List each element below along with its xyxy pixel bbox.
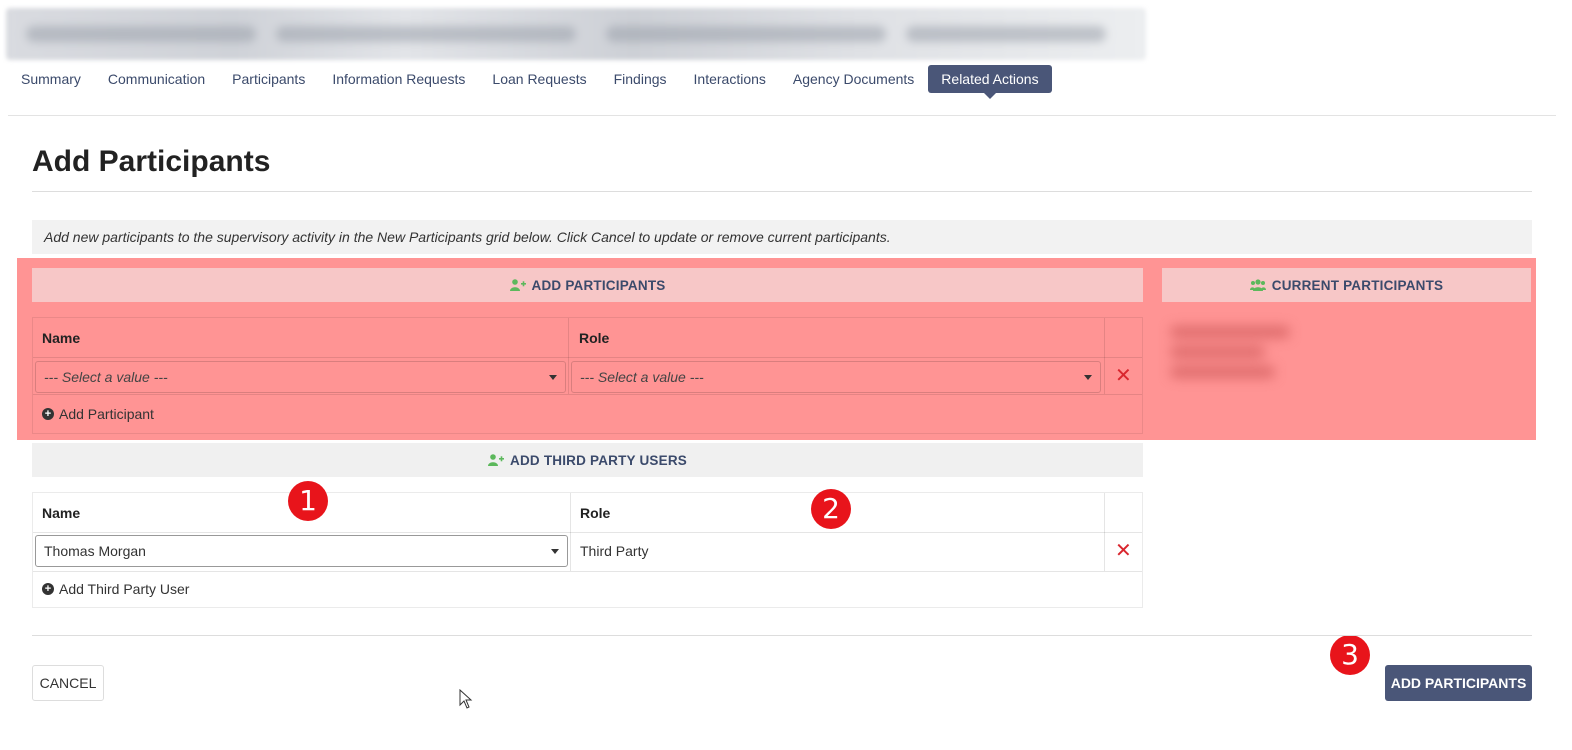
role-column-header: Role (579, 330, 610, 346)
column-divider (1104, 318, 1105, 394)
caret-down-icon (549, 375, 557, 380)
row-divider (33, 571, 1142, 572)
caret-down-icon (1084, 375, 1092, 380)
participant-name-select-value: --- Select a value --- (44, 369, 168, 385)
add-third-party-header-label: ADD THIRD PARTY USERS (510, 452, 687, 468)
current-participants-header: CURRENT PARTICIPANTS (1162, 268, 1531, 302)
instructions-banner: Add new participants to the supervisory … (32, 220, 1532, 254)
add-participants-header: ADD PARTICIPANTS (32, 268, 1143, 302)
add-participants-header-label: ADD PARTICIPANTS (531, 277, 666, 293)
annotation-badge-1: 1 (288, 481, 328, 521)
remove-participant-row-close-icon[interactable]: ✕ (1115, 366, 1132, 386)
tab-communication[interactable]: Communication (95, 65, 218, 93)
user-plus-icon (488, 454, 505, 466)
users-icon (1249, 279, 1266, 291)
add-third-party-header: ADD THIRD PARTY USERS (32, 443, 1143, 477)
tab-findings[interactable]: Findings (601, 65, 680, 93)
mouse-cursor-icon (459, 689, 473, 709)
plus-circle-icon: + (42, 408, 54, 420)
current-participants-header-label: CURRENT PARTICIPANTS (1271, 277, 1444, 293)
remove-third-party-row-close-icon[interactable]: ✕ (1115, 541, 1132, 561)
add-participants-button[interactable]: ADD PARTICIPANTS (1385, 665, 1532, 701)
annotation-badge-2: 2 (811, 489, 851, 529)
participant-role-select-value: --- Select a value --- (580, 369, 704, 385)
row-divider (33, 357, 1142, 358)
title-divider (32, 191, 1532, 192)
tab-information-requests[interactable]: Information Requests (319, 65, 478, 93)
third-party-name-select-value: Thomas Morgan (44, 543, 146, 559)
cancel-button[interactable]: CANCEL (32, 665, 104, 701)
tab-related-actions[interactable]: Related Actions (928, 65, 1052, 99)
current-participants-list (1160, 318, 1305, 398)
tab-participants[interactable]: Participants (219, 65, 318, 93)
participant-role-select[interactable]: --- Select a value --- (571, 361, 1101, 393)
add-third-party-user-link[interactable]: + Add Third Party User (42, 581, 189, 597)
third-party-name-select[interactable]: Thomas Morgan (35, 535, 568, 567)
add-participant-label: Add Participant (59, 406, 154, 422)
user-plus-icon (509, 279, 526, 291)
tab-bar: Summary Communication Participants Infor… (8, 62, 1053, 99)
name-column-header: Name (42, 505, 81, 521)
caret-down-icon (551, 549, 559, 554)
tab-summary[interactable]: Summary (8, 65, 94, 93)
participant-name-select[interactable]: --- Select a value --- (35, 361, 566, 393)
name-column-header: Name (42, 330, 81, 346)
annotation-badge-3: 3 (1330, 635, 1370, 675)
add-third-party-user-label: Add Third Party User (59, 581, 190, 597)
row-divider (33, 394, 1142, 395)
blurred-activity-header (6, 8, 1146, 60)
footer-divider (32, 635, 1532, 636)
plus-circle-icon: + (42, 583, 54, 595)
tab-loan-requests[interactable]: Loan Requests (479, 65, 599, 93)
tabs-divider (8, 115, 1556, 116)
tab-interactions[interactable]: Interactions (681, 65, 779, 93)
third-party-role-value: Third Party (580, 543, 649, 559)
column-divider (568, 318, 569, 394)
tab-agency-documents[interactable]: Agency Documents (780, 65, 927, 93)
page-title: Add Participants (32, 145, 271, 178)
role-column-header: Role (580, 505, 611, 521)
row-divider (33, 532, 1142, 533)
add-participant-link[interactable]: + Add Participant (42, 406, 154, 422)
